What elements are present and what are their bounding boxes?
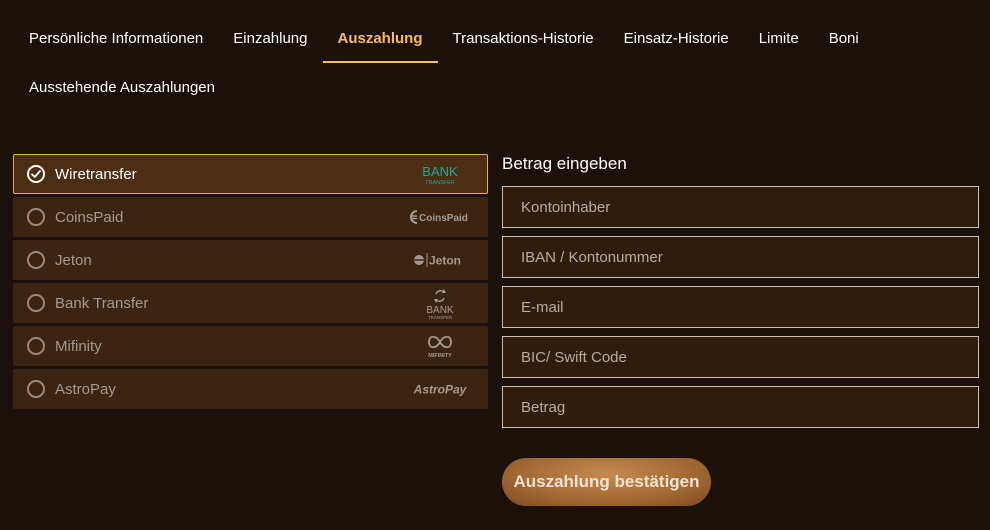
confirm-withdrawal-button[interactable]: Auszahlung bestätigen [502, 458, 711, 506]
tab-einzahlung[interactable]: Einzahlung [218, 14, 322, 63]
tab-transaktions-historie[interactable]: Transaktions-Historie [438, 14, 609, 63]
iban-input[interactable] [502, 236, 979, 278]
mifinity-logo: MIFINITY [405, 331, 475, 361]
method-astropay[interactable]: AstroPay AstroPay [13, 369, 488, 409]
radio-unchecked-icon[interactable] [27, 380, 45, 398]
account-holder-input[interactable] [502, 186, 979, 228]
method-jeton[interactable]: Jeton Jeton [13, 240, 488, 280]
form-title: Betrag eingeben [502, 154, 627, 173]
method-label: AstroPay [55, 380, 116, 398]
svg-text:Jeton: Jeton [429, 254, 461, 268]
method-bank-transfer[interactable]: Bank Transfer BANK TRANSFER [13, 283, 488, 323]
method-label: Wiretransfer [55, 165, 137, 183]
method-label: Bank Transfer [55, 294, 149, 312]
astropay-logo: AstroPay [405, 374, 475, 404]
radio-unchecked-icon[interactable] [27, 294, 45, 312]
jeton-logo: Jeton [405, 245, 475, 275]
amount-input[interactable] [502, 386, 979, 428]
account-tabs: Persönliche Informationen Einzahlung Aus… [14, 14, 914, 112]
svg-text:CoinsPaid: CoinsPaid [419, 213, 468, 224]
tab-boni[interactable]: Boni [814, 14, 874, 63]
radio-unchecked-icon[interactable] [27, 208, 45, 226]
method-mifinity[interactable]: Mifinity MIFINITY [13, 326, 488, 366]
tab-auszahlung[interactable]: Auszahlung [322, 14, 438, 63]
method-label: Jeton [55, 251, 92, 269]
tab-limite[interactable]: Limite [744, 14, 814, 63]
withdrawal-form: Betrag eingeben [502, 150, 979, 436]
payment-method-list: Wiretransfer BANK TRANSFER CoinsPaid Coi… [13, 154, 488, 412]
bank-transfer-logo: BANK TRANSFER [405, 159, 475, 189]
svg-text:BANK: BANK [422, 164, 458, 179]
bank-transfer-logo: BANK TRANSFER [405, 288, 475, 320]
svg-text:TRANSFER: TRANSFER [425, 180, 455, 186]
radio-checked-icon[interactable] [27, 165, 45, 183]
coinspaid-logo: CoinsPaid [405, 202, 475, 232]
tab-persoenliche-informationen[interactable]: Persönliche Informationen [14, 14, 218, 63]
tab-einsatz-historie[interactable]: Einsatz-Historie [609, 14, 744, 63]
svg-text:TRANSFER: TRANSFER [428, 315, 453, 320]
svg-text:AstroPay: AstroPay [413, 383, 468, 397]
method-coinspaid[interactable]: CoinsPaid CoinsPaid [13, 197, 488, 237]
radio-unchecked-icon[interactable] [27, 251, 45, 269]
email-input[interactable] [502, 286, 979, 328]
method-label: Mifinity [55, 337, 102, 355]
svg-text:MIFINITY: MIFINITY [428, 353, 452, 359]
method-wiretransfer[interactable]: Wiretransfer BANK TRANSFER [13, 154, 488, 194]
tab-ausstehende-auszahlungen[interactable]: Ausstehende Auszahlungen [14, 63, 230, 112]
bic-swift-input[interactable] [502, 336, 979, 378]
method-label: CoinsPaid [55, 208, 124, 226]
radio-unchecked-icon[interactable] [27, 337, 45, 355]
